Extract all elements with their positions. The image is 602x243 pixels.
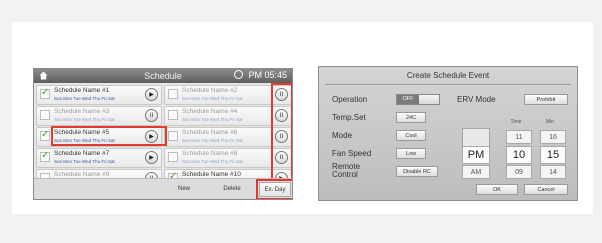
schedule-header: Schedule PM 05:45 [34,69,292,83]
schedule-checkbox[interactable] [40,129,50,141]
schedule-days: Sun Mon Tue Wed Thu Fri Sat [54,96,115,101]
delete-button[interactable]: Delete [212,182,252,197]
schedule-name: Schedule Name #3 [54,108,110,115]
temp-set-label: Temp.Set [332,113,366,122]
minute-selected[interactable]: 15 [540,146,566,164]
ok-button[interactable]: OK [476,184,518,195]
play-icon[interactable]: ▶ [145,88,158,101]
schedule-item-4[interactable]: Schedule Name #4 Sun Mon Tue Wed Thu Fri… [164,106,292,126]
minute-above[interactable]: 16 [540,130,566,144]
schedule-item-7[interactable]: Schedule Name #7 Sun Mon Tue Wed Thu Fri… [36,148,162,168]
schedule-checkbox[interactable] [168,131,178,141]
remote-control-label: Remote Control [332,162,361,179]
dialog-title: Create Schedule Event [406,71,490,80]
schedule-name: Schedule Name #4 [182,108,238,115]
operation-toggle[interactable]: OFF [396,94,440,105]
ampm-selected[interactable]: PM [462,146,490,164]
schedule-screen: Schedule PM 05:45 Schedule Name #1 Sun M… [33,68,293,200]
play-icon[interactable]: ▶ [145,130,158,143]
ex-day-button[interactable]: Ex. Day [259,182,291,197]
schedule-item-3[interactable]: Schedule Name #3 Sun Mon Tue Wed Thu Fri… [36,106,162,126]
clock-time: PM 05:45 [248,70,287,80]
cancel-button[interactable]: Cancel [524,184,568,195]
schedule-footer: New Delete Ex. Day [34,178,292,199]
operation-label: Operation [332,95,368,104]
schedule-checkbox[interactable] [40,110,50,120]
mode-label: Mode [332,131,353,140]
mode-button[interactable]: Cool [396,130,426,141]
min-header: Min [545,119,555,125]
schedule-item-6[interactable]: Schedule Name #6 Sun Mon Tue Wed Thu Fri… [164,127,292,147]
new-button[interactable]: New [164,182,204,197]
time-header: Time [510,119,522,125]
schedule-days: Sun Mon Tue Wed Thu Fri Sat [54,138,115,143]
schedule-name: Schedule Name #6 [182,129,238,136]
schedule-name: Schedule Name #10 [182,171,241,178]
hour-above[interactable]: 11 [506,130,532,144]
schedule-row: Schedule Name #7 Sun Mon Tue Wed Thu Fri… [36,148,292,169]
schedule-name: Schedule Name #9 [54,171,110,178]
schedule-days: Sun Mon Tue Wed Thu Fri Sat [182,159,243,164]
schedule-days: Sun Mon Tue Wed Thu Fri Sat [54,117,115,122]
schedule-row: Schedule Name #1 Sun Mon Tue Wed Thu Fri… [36,85,292,106]
ampm-below[interactable]: AM [462,165,490,179]
play-icon[interactable]: ▶ [145,151,158,164]
schedule-item-1[interactable]: Schedule Name #1 Sun Mon Tue Wed Thu Fri… [36,85,162,105]
schedule-item-5[interactable]: Schedule Name #5 Sun Mon Tue Wed Thu Fri… [36,127,162,147]
schedule-name: Schedule Name #7 [54,150,110,157]
clock-display: PM 05:45 [234,70,287,80]
schedule-checkbox[interactable] [40,87,50,99]
schedule-name: Schedule Name #2 [182,87,238,94]
schedule-checkbox[interactable] [168,152,178,162]
schedule-days: Sun Mon Tue Wed Thu Fri Sat [182,117,243,122]
schedule-checkbox[interactable] [168,89,178,99]
schedule-name: Schedule Name #1 [54,87,110,94]
schedule-days: Sun Mon Tue Wed Thu Fri Sat [182,138,243,143]
minute-below[interactable]: 14 [540,165,566,179]
fan-speed-label: Fan Speed [332,149,372,158]
divider [325,84,571,85]
pause-icon[interactable]: II [275,88,288,101]
schedule-name: Schedule Name #8 [182,150,238,157]
schedule-checkbox[interactable] [40,150,50,162]
schedule-item-8[interactable]: Schedule Name #8 Sun Mon Tue Wed Thu Fri… [164,148,292,168]
schedule-row: Schedule Name #3 Sun Mon Tue Wed Thu Fri… [36,106,292,127]
clock-icon [234,70,244,79]
schedule-name: Schedule Name #5 [54,129,110,136]
fan-speed-button[interactable]: Low [396,148,426,159]
schedule-item-2[interactable]: Schedule Name #2 Sun Mon Tue Wed Thu Fri… [164,85,292,105]
create-schedule-dialog: Create Schedule Event Operation OFF ERV … [318,66,578,201]
erv-mode-label: ERV Mode [457,95,496,104]
operation-value: OFF [397,95,419,104]
schedule-days: Sun Mon Tue Wed Thu Fri Sat [54,159,115,164]
pause-icon[interactable]: II [275,151,288,164]
schedule-days: Sun Mon Tue Wed Thu Fri Sat [182,96,243,101]
erv-mode-button[interactable]: Prohibit [524,94,568,105]
temp-set-button[interactable]: 24C [396,112,426,123]
pause-icon[interactable]: II [275,130,288,143]
pause-icon[interactable]: II [275,109,288,122]
hour-selected[interactable]: 10 [506,146,532,164]
schedule-row: Schedule Name #5 Sun Mon Tue Wed Thu Fri… [36,127,292,148]
hour-below[interactable]: 09 [506,165,532,179]
schedule-checkbox[interactable] [168,110,178,120]
remote-control-button[interactable]: Disable RC [396,166,438,177]
pause-icon[interactable]: II [145,109,158,122]
